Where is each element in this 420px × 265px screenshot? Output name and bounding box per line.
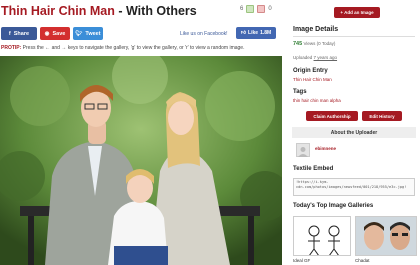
twitter-icon: 🐦︎	[75, 30, 83, 37]
views-row: 745 Views (0 Today)	[293, 41, 335, 47]
facebook-share-label: Share	[13, 30, 30, 37]
gallery-thumb-chadat[interactable]	[355, 216, 417, 256]
downvote-button[interactable]	[257, 5, 266, 13]
downvote-count: 0	[268, 6, 272, 12]
origin-link[interactable]: Thin Hair Chin Man	[293, 77, 332, 82]
gallery-label-chadat[interactable]: Chadat	[355, 258, 370, 263]
protip-text: Press the ← and → keys to navigate the g…	[21, 45, 245, 51]
upvote-button[interactable]	[246, 5, 255, 13]
save-label: Save	[52, 30, 66, 37]
facebook-icon: f	[8, 30, 11, 37]
pin-icon: ◉	[44, 30, 50, 37]
tweet-label: Tweet	[85, 30, 101, 37]
uploader-avatar[interactable]	[296, 143, 310, 157]
textile-embed-heading: Textile Embed	[293, 166, 334, 172]
origin-heading: Origin Entry	[293, 68, 328, 74]
about-uploader-bar: About the Uploader	[292, 127, 416, 138]
protip-label: PROTIP:	[1, 45, 22, 51]
claim-authorship-button[interactable]: Claim Authorship	[306, 111, 358, 121]
upvote-count: 6	[240, 6, 244, 12]
tweet-button[interactable]: 🐦︎ Tweet	[73, 27, 103, 40]
page-title: Thin Hair Chin Man - With Others	[1, 4, 197, 18]
divider	[293, 36, 415, 37]
uploaded-time: 7 years ago	[313, 55, 338, 60]
top-galleries-heading: Today's Top Image Galleries	[293, 203, 374, 209]
gallery-label-ideal-gf[interactable]: Ideal GF	[293, 258, 310, 263]
main-image[interactable]	[0, 56, 282, 265]
image-details-heading: Image Details	[293, 26, 339, 33]
page-title-link[interactable]: Thin Hair Chin Man	[1, 4, 115, 18]
facebook-share-button[interactable]: f Share	[1, 27, 37, 40]
chadat-thumbnail	[356, 217, 416, 255]
vote-box: 6 0	[240, 5, 272, 13]
ideal-gf-thumbnail	[294, 217, 350, 255]
tag-link[interactable]: thin hair chin man alpha	[293, 98, 341, 103]
save-button[interactable]: ◉ Save	[40, 27, 70, 40]
uploader-name[interactable]: ebimnene	[315, 146, 336, 151]
thumbs-up-icon: 👍︎	[240, 30, 247, 36]
tags-heading: Tags	[293, 89, 307, 95]
embed-code-field[interactable]: !https://i.kym-cdn.com/photos/images/new…	[293, 178, 415, 196]
facebook-like-button[interactable]: 👍︎ Like 1.8M	[236, 27, 276, 39]
views-count: 745	[293, 41, 303, 47]
views-today: (0 Today)	[316, 41, 336, 46]
like-label: Like	[248, 30, 259, 36]
page-title-suffix: - With Others	[114, 4, 197, 18]
protip: PROTIP: Press the ← and → keys to naviga…	[1, 45, 281, 51]
like-count: 1.8M	[260, 30, 272, 36]
add-image-button[interactable]: + Add an Image	[334, 7, 380, 18]
gallery-thumb-ideal-gf[interactable]	[293, 216, 351, 256]
family-photo-illustration	[0, 56, 282, 265]
uploaded-label: Uploaded	[293, 55, 313, 60]
facebook-like-prompt: Like us on Facebook!	[180, 31, 228, 37]
edit-history-button[interactable]: Edit History	[362, 111, 402, 121]
views-label: Views	[303, 41, 316, 46]
user-icon	[298, 147, 308, 157]
uploaded-row: Uploaded 7 years ago	[293, 55, 337, 60]
